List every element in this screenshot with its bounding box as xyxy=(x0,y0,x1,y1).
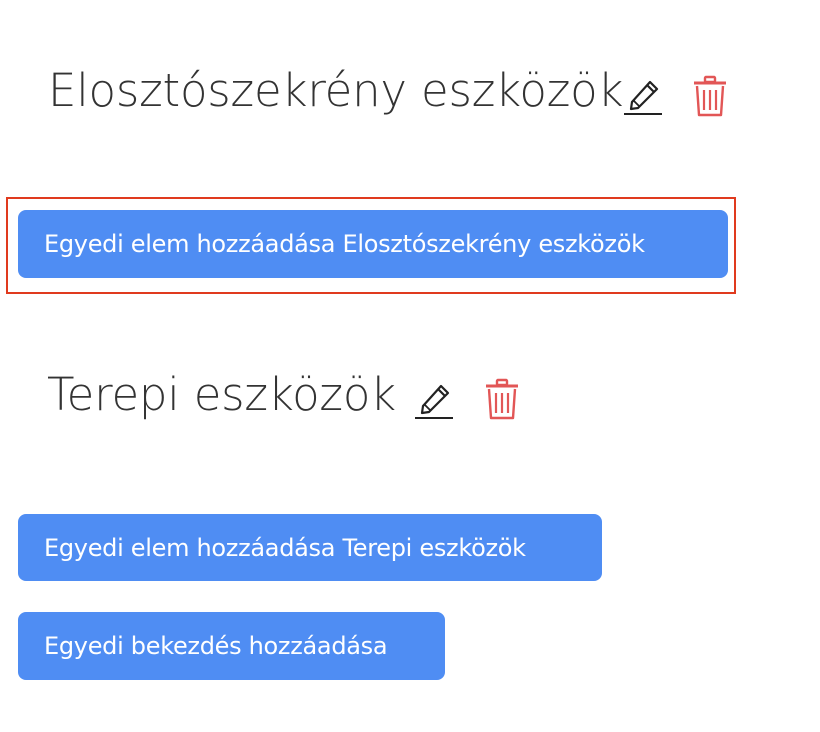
add-custom-paragraph-button[interactable]: Egyedi bekezdés hozzáadása xyxy=(18,612,445,680)
add-custom-item-elosztoszekreny-button[interactable]: Egyedi elem hozzáadása Elosztószekrény e… xyxy=(18,210,728,278)
section-heading-elosztoszekreny: Elosztószekrény eszközök xyxy=(48,64,624,117)
section-title: Elosztószekrény eszközök xyxy=(48,64,624,117)
section-heading-terepi: Terepi eszközök xyxy=(47,372,396,417)
trash-icon xyxy=(486,378,518,420)
trash-icon xyxy=(694,75,726,117)
page: Elosztószekrény eszközök Egyedi elem hoz… xyxy=(0,0,820,732)
edit-section-button[interactable] xyxy=(624,76,664,116)
delete-section-button[interactable] xyxy=(484,378,520,420)
pencil-icon xyxy=(415,384,453,419)
add-custom-item-terepi-button[interactable]: Egyedi elem hozzáadása Terepi eszközök xyxy=(18,514,602,581)
delete-section-button[interactable] xyxy=(692,75,728,117)
edit-section-button[interactable] xyxy=(415,380,455,420)
pencil-icon xyxy=(624,80,662,115)
section-title: Terepi eszközök xyxy=(47,368,397,421)
